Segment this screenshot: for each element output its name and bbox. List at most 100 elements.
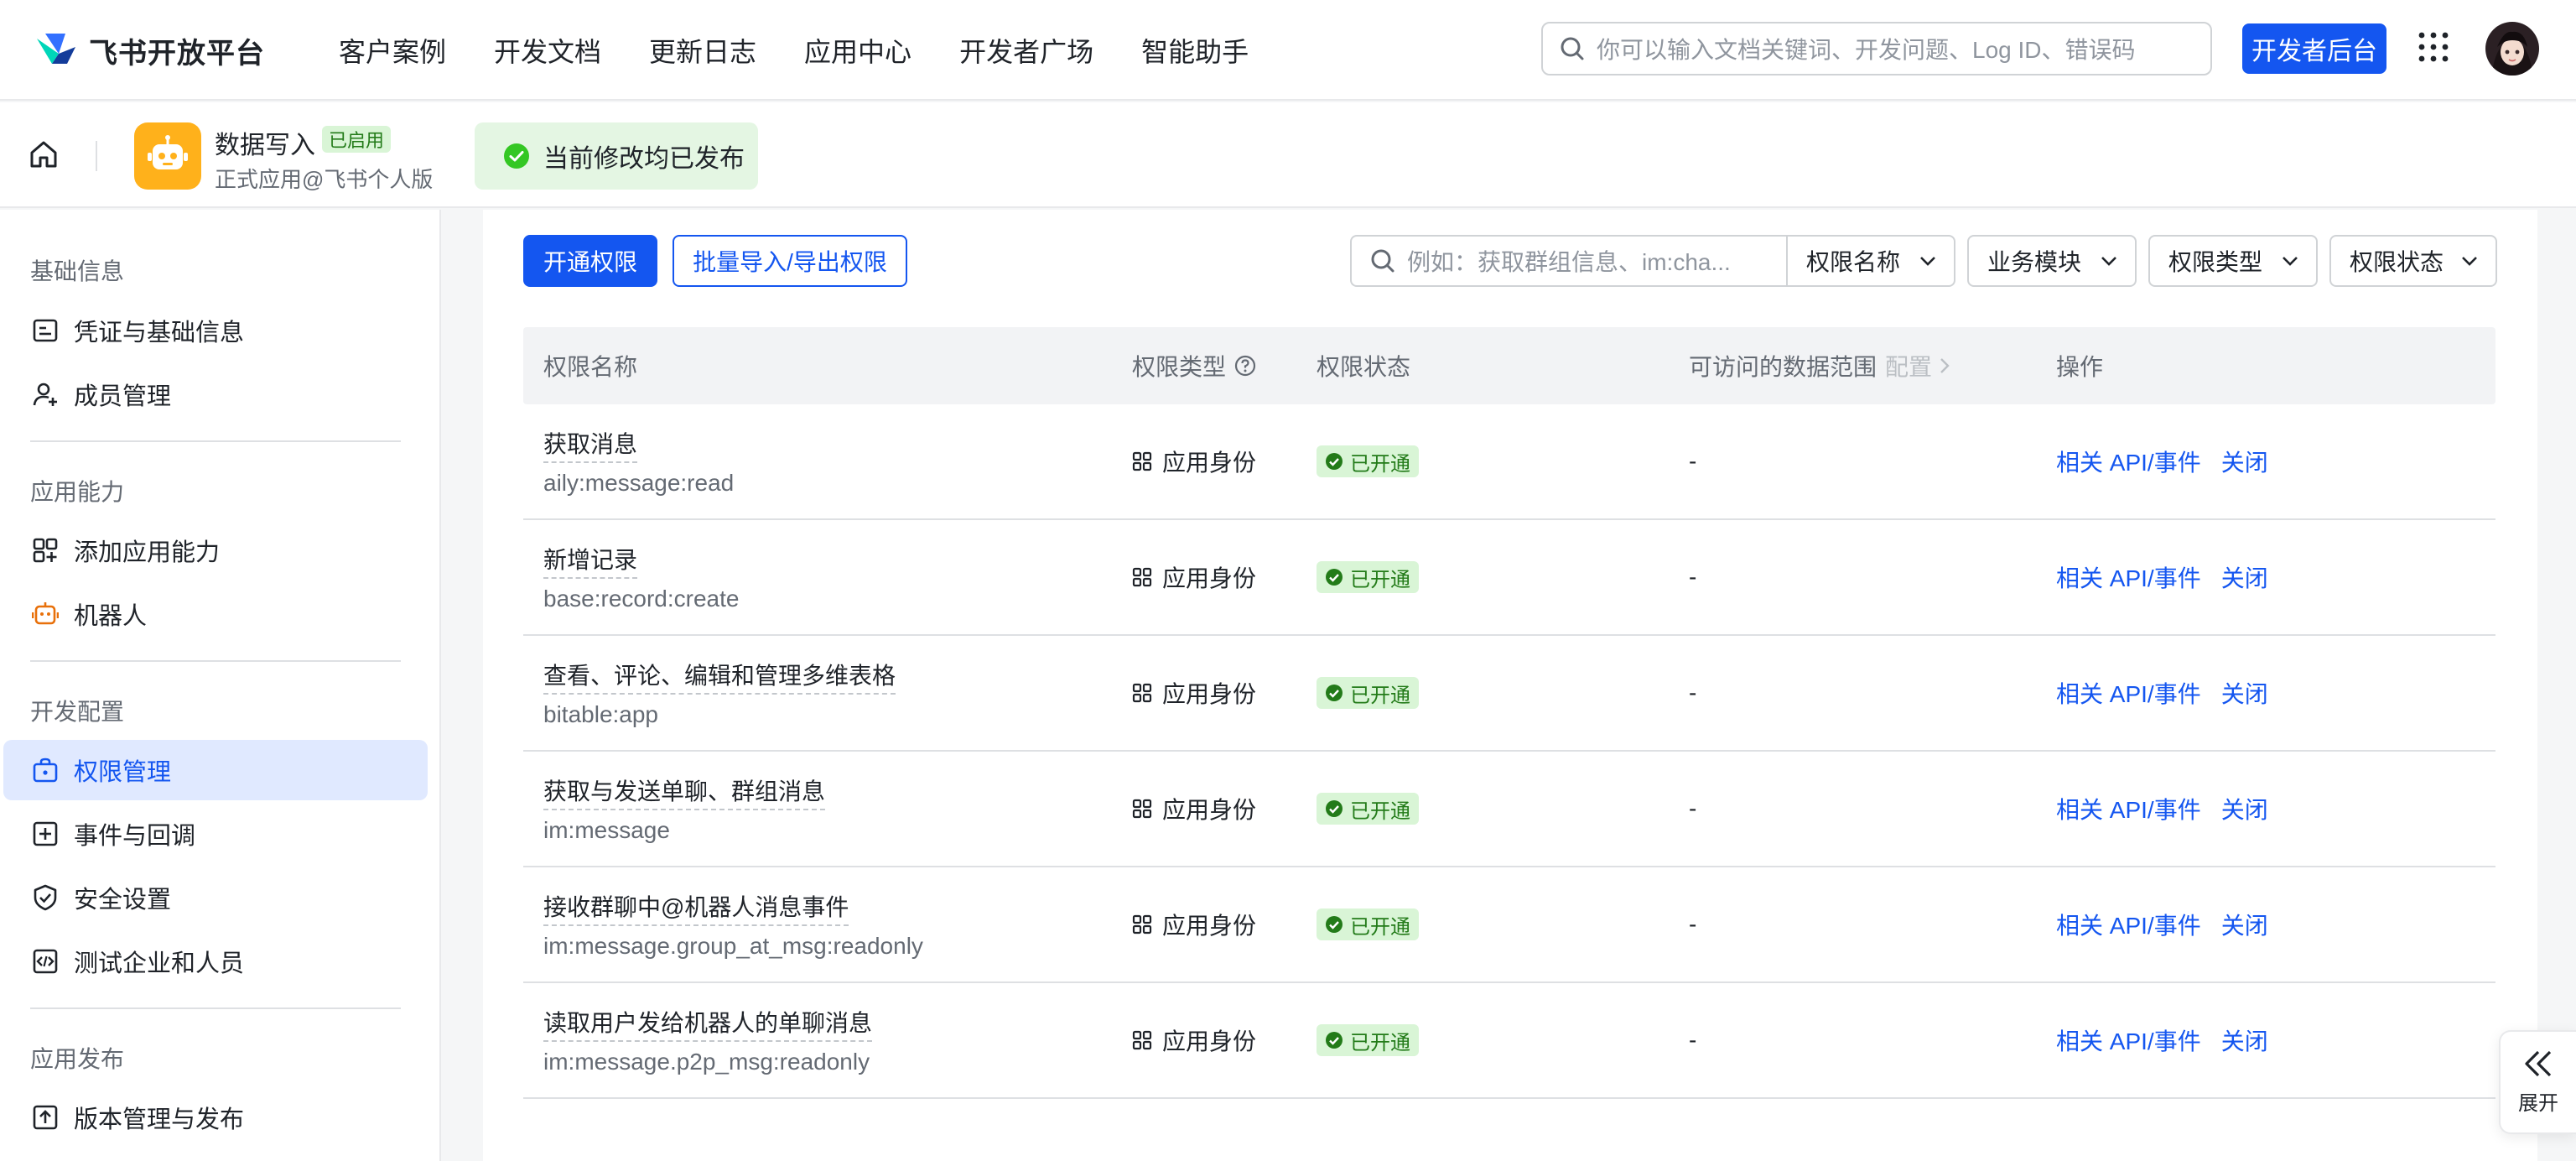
permission-type: 应用身份 — [1132, 983, 1256, 1097]
sidebar-item-label: 版本管理与发布 — [74, 1106, 245, 1133]
related-api-link[interactable]: 相关 API/事件 — [2056, 792, 2201, 825]
filter-label: 权限名称 — [1806, 249, 1901, 275]
sidebar: 基础信息 凭证与基础信息 成员管理 应用能力 添加应用能力 机器人 开发配置 权… — [0, 210, 441, 1161]
check-circle-icon — [1326, 800, 1343, 817]
nav-app-center[interactable]: 应用中心 — [804, 31, 911, 70]
close-permission-link[interactable]: 关闭 — [2221, 560, 2268, 594]
close-permission-link[interactable]: 关闭 — [2221, 445, 2268, 478]
close-permission-link[interactable]: 关闭 — [2221, 792, 2268, 825]
app-identity-icon — [1132, 914, 1152, 935]
sidebar-item-permissions[interactable]: 权限管理 — [3, 740, 428, 800]
robot-app-icon — [148, 135, 188, 169]
sidebar-item-label: 权限管理 — [74, 759, 172, 786]
sidebar-divider — [30, 440, 401, 442]
sidebar-item-versions[interactable]: 版本管理与发布 — [3, 1087, 428, 1148]
nav-dev-square[interactable]: 开发者广场 — [959, 31, 1093, 70]
global-search-input[interactable]: 你可以输入文档关键词、开发问题、Log ID、错误码 — [1541, 22, 2212, 75]
top-navigation-bar: 飞书开放平台 客户案例 开发文档 更新日志 应用中心 开发者广场 智能助手 你可… — [0, 0, 2576, 101]
close-permission-link[interactable]: 关闭 — [2221, 1023, 2268, 1057]
permission-name[interactable]: 新增记录 — [543, 542, 638, 579]
sidebar-item-label: 机器人 — [74, 603, 148, 630]
help-icon[interactable] — [1234, 355, 1256, 377]
sidebar-item-security[interactable]: 安全设置 — [3, 867, 428, 928]
import-export-button[interactable]: 批量导入/导出权限 — [673, 235, 907, 287]
row-actions: 相关 API/事件 关闭 — [2056, 867, 2268, 981]
status-label: 已开通 — [1350, 1031, 1410, 1054]
sidebar-item-events[interactable]: 事件与回调 — [3, 804, 428, 864]
row-actions: 相关 API/事件 关闭 — [2056, 404, 2268, 518]
robot-icon — [32, 602, 59, 625]
permission-type-label: 应用身份 — [1162, 681, 1257, 707]
sidebar-item-robot[interactable]: 机器人 — [3, 584, 428, 644]
status-badge: 已开通 — [1317, 561, 1419, 593]
app-grid-icon[interactable] — [2418, 32, 2449, 62]
permission-name[interactable]: 获取与发送单聊、群组消息 — [543, 773, 826, 810]
permission-search-input[interactable]: 例如：获取群组信息、im:cha... — [1350, 235, 1786, 287]
expand-label: 展开 — [2518, 1091, 2558, 1115]
shield-icon — [34, 884, 57, 911]
app-status-badge: 已启用 — [322, 126, 392, 153]
user-avatar[interactable] — [2485, 22, 2539, 75]
permission-name[interactable]: 读取用户发给机器人的单聊消息 — [543, 1005, 873, 1042]
sidebar-item-label: 测试企业和人员 — [74, 950, 245, 977]
filter-search-field-select[interactable]: 权限名称 — [1786, 235, 1955, 287]
sidebar-item-credentials[interactable]: 凭证与基础信息 — [3, 300, 428, 361]
platform-logo[interactable]: 飞书开放平台 — [34, 25, 265, 75]
column-header-status: 权限状态 — [1317, 327, 1410, 404]
event-icon — [33, 821, 58, 846]
nav-ai-assistant[interactable]: 智能助手 — [1141, 31, 1249, 70]
permission-type: 应用身份 — [1132, 404, 1256, 518]
status-label: 已开通 — [1350, 915, 1410, 939]
chevron-down-icon — [2101, 257, 2116, 266]
sidebar-item-label: 事件与回调 — [74, 823, 196, 850]
filter-permission-status[interactable]: 权限状态 — [2329, 235, 2497, 287]
avatar-image-icon — [2485, 22, 2539, 75]
permission-name[interactable]: 查看、评论、编辑和管理多维表格 — [543, 658, 896, 695]
column-header-label: 可访问的数据范围 — [1689, 354, 1877, 380]
sidebar-item-add-capability[interactable]: 添加应用能力 — [3, 520, 428, 580]
sidebar-item-test-org[interactable]: 测试企业和人员 — [3, 931, 428, 992]
app-subtitle: 正式应用@飞书个人版 — [215, 167, 434, 192]
close-permission-link[interactable]: 关闭 — [2221, 908, 2268, 941]
related-api-link[interactable]: 相关 API/事件 — [2056, 560, 2201, 594]
check-circle-icon — [504, 143, 529, 169]
status-badge: 已开通 — [1317, 793, 1419, 825]
column-header-ops: 操作 — [2056, 327, 2103, 404]
app-avatar — [134, 122, 201, 190]
permission-code: aily:message:read — [543, 470, 735, 496]
related-api-link[interactable]: 相关 API/事件 — [2056, 908, 2201, 941]
permission-name[interactable]: 获取消息 — [543, 426, 638, 463]
enable-permission-button[interactable]: 开通权限 — [523, 235, 657, 287]
nav-customer-cases[interactable]: 客户案例 — [339, 31, 446, 70]
table-header: 权限名称 权限类型 权限状态 可访问的数据范围 配置 操作 — [523, 327, 2496, 404]
filter-label: 权限类型 — [2168, 249, 2263, 275]
sidebar-divider — [30, 660, 401, 662]
permission-table: 权限名称 权限类型 权限状态 可访问的数据范围 配置 操作 获取消息 aily:m… — [523, 327, 2496, 1099]
home-icon[interactable] — [27, 138, 60, 171]
permission-name[interactable]: 接收群聊中@机器人消息事件 — [543, 889, 849, 926]
nav-changelog[interactable]: 更新日志 — [649, 31, 756, 70]
close-permission-link[interactable]: 关闭 — [2221, 676, 2268, 710]
sidebar-item-members[interactable]: 成员管理 — [3, 364, 428, 424]
publish-status-banner: 当前修改均已发布 — [475, 122, 758, 190]
table-row: 查看、评论、编辑和管理多维表格 bitable:app 应用身份 已开通 - 相关 API… — [523, 636, 2496, 752]
related-api-link[interactable]: 相关 API/事件 — [2056, 445, 2201, 478]
related-api-link[interactable]: 相关 API/事件 — [2056, 676, 2201, 710]
filter-permission-type[interactable]: 权限类型 — [2148, 235, 2318, 287]
related-api-link[interactable]: 相关 API/事件 — [2056, 1023, 2201, 1057]
chevron-down-icon — [1920, 257, 1935, 266]
filter-label: 业务模块 — [1987, 249, 2082, 275]
expand-panel-button[interactable]: 展开 — [2499, 1030, 2576, 1134]
permission-main-panel: 开通权限 批量导入/导出权限 例如：获取群组信息、im:cha... 权限名称 … — [483, 210, 2537, 1161]
column-header-scope: 可访问的数据范围 配置 — [1689, 327, 1950, 404]
row-actions: 相关 API/事件 关闭 — [2056, 752, 2268, 866]
status-badge: 已开通 — [1317, 1024, 1419, 1056]
scope-config-link[interactable]: 配置 — [1885, 349, 1932, 383]
filter-business-module[interactable]: 业务模块 — [1967, 235, 2137, 287]
nav-dev-docs[interactable]: 开发文档 — [494, 31, 601, 70]
code-icon — [33, 949, 58, 974]
developer-console-button[interactable]: 开发者后台 — [2242, 23, 2386, 74]
permission-type: 应用身份 — [1132, 520, 1256, 634]
search-icon — [1371, 249, 1394, 273]
global-search-placeholder: 你可以输入文档关键词、开发问题、Log ID、错误码 — [1597, 37, 2136, 63]
